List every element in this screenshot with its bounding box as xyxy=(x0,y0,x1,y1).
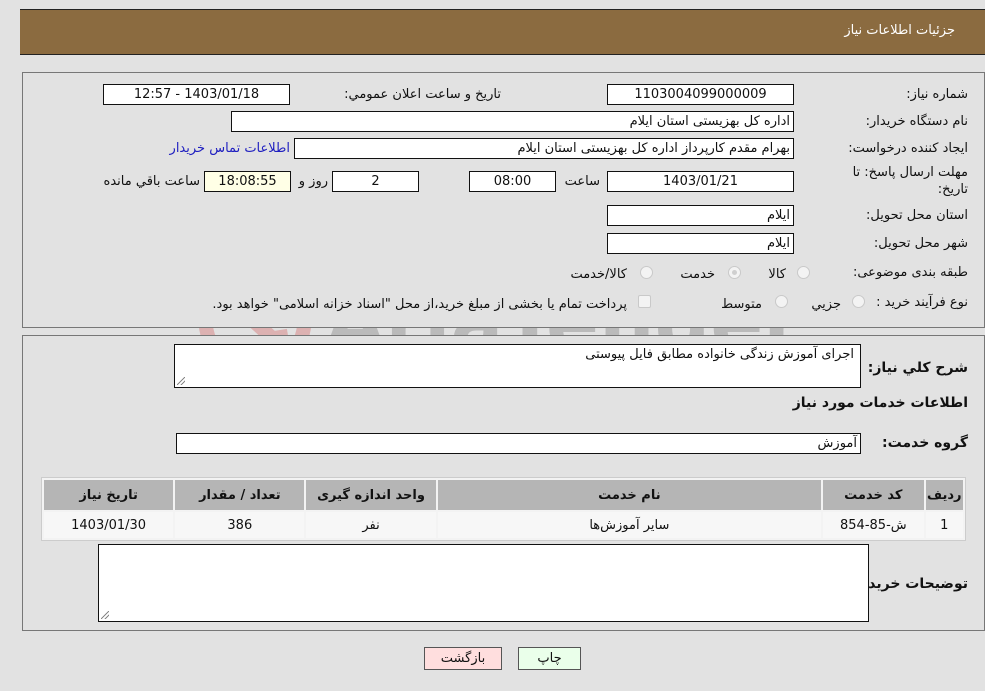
buyer-contact-link[interactable]: اطلاعات تماس خريدار xyxy=(170,141,290,156)
service-group-label: گروه خدمت: xyxy=(882,435,968,451)
print-button[interactable]: چاپ xyxy=(518,647,581,670)
services-heading: اطلاعات خدمات مورد نياز xyxy=(792,395,968,411)
city-label: شهر محل تحويل: xyxy=(873,236,968,251)
col-header-need-date: تاريخ نياز xyxy=(44,480,174,510)
process-option-medium: متوسط xyxy=(721,297,762,312)
back-button[interactable]: بازگشت xyxy=(424,647,502,670)
deadline-label-line2: تاريخ: xyxy=(937,182,968,197)
need-details-panel: شرح کلي نياز: اجرای آموزش زندگی خانواده … xyxy=(22,335,985,631)
remaining-time-field: 18:08:55 xyxy=(204,171,291,192)
province-label: استان محل تحويل: xyxy=(866,208,968,223)
service-group-field: آموزش xyxy=(176,433,861,454)
province-field: ایلام xyxy=(607,205,794,226)
category-label: طبقه بندی موضوعی: xyxy=(852,265,968,280)
need-number-label: شماره نياز: xyxy=(906,87,968,102)
table-row: 1 ش-85-854 سایر آموزش‌ها نفر 386 1403/01… xyxy=(44,512,963,538)
buyer-org-field: اداره کل بهزیستی استان ایلام xyxy=(231,111,794,132)
col-header-service-name: نام خدمت xyxy=(437,480,822,510)
page-header: جزئيات اطلاعات نياز xyxy=(20,9,985,55)
cell-service-name: سایر آموزش‌ها xyxy=(437,512,822,538)
process-option-minor: جزيي xyxy=(811,297,841,312)
cell-row-number: 1 xyxy=(925,512,963,538)
announce-date-field: 1403/01/18 - 12:57 xyxy=(103,84,290,105)
buyer-notes-textarea[interactable] xyxy=(98,544,869,622)
remaining-time-label: ساعت باقي مانده xyxy=(103,174,200,189)
cell-need-date: 1403/01/30 xyxy=(44,512,174,538)
cell-unit: نفر xyxy=(306,512,436,538)
description-textarea[interactable]: اجرای آموزش زندگی خانواده مطابق فایل پیو… xyxy=(174,344,861,388)
page-title: جزئيات اطلاعات نياز xyxy=(844,23,955,38)
creator-field: بهرام مقدم کارپرداز اداره کل بهزیستی است… xyxy=(294,138,794,159)
resize-grip-icon[interactable] xyxy=(101,611,109,619)
cell-service-code: ش-85-854 xyxy=(823,512,924,538)
category-option-goods: کالا xyxy=(768,267,786,282)
col-header-row-number: رديف xyxy=(925,480,963,510)
description-label: شرح کلي نياز: xyxy=(867,360,968,376)
col-header-unit: واحد اندازه گيری xyxy=(306,480,436,510)
category-radio-goods-service[interactable] xyxy=(640,266,653,279)
category-option-service: خدمت xyxy=(680,267,715,282)
deadline-label-line1: مهلت ارسال پاسخ: تا xyxy=(852,165,968,180)
announce-date-label: تاريخ و ساعت اعلان عمومي: xyxy=(344,87,501,102)
deadline-date-field: 1403/01/21 xyxy=(607,171,794,192)
process-radio-minor[interactable] xyxy=(852,295,865,308)
deadline-time-field: 08:00 xyxy=(469,171,556,192)
cell-quantity: 386 xyxy=(175,512,305,538)
buyer-org-label: نام دستگاه خريدار: xyxy=(865,114,968,129)
creator-label: ايجاد کننده درخواست: xyxy=(848,141,968,156)
days-label: روز و xyxy=(298,174,328,189)
category-radio-goods[interactable] xyxy=(797,266,810,279)
city-field: ایلام xyxy=(607,233,794,254)
services-table: رديف کد خدمت نام خدمت واحد اندازه گيری ت… xyxy=(41,477,966,541)
col-header-service-code: کد خدمت xyxy=(823,480,924,510)
description-text: اجرای آموزش زندگی خانواده مطابق فایل پیو… xyxy=(585,347,854,362)
col-header-quantity: تعداد / مقدار xyxy=(175,480,305,510)
resize-grip-icon[interactable] xyxy=(177,377,185,385)
category-radio-service[interactable] xyxy=(728,266,741,279)
process-type-label: نوع فرآيند خريد : xyxy=(876,295,968,310)
deadline-label: مهلت ارسال پاسخ: تا تاريخ: xyxy=(853,164,968,198)
process-radio-medium[interactable] xyxy=(775,295,788,308)
treasury-checkbox[interactable] xyxy=(638,295,651,308)
need-number-field: 1103004099000009 xyxy=(607,84,794,105)
deadline-time-label: ساعت xyxy=(564,174,600,189)
days-remaining-field: 2 xyxy=(332,171,419,192)
need-info-panel: شماره نياز: 1103004099000009 تاريخ و ساع… xyxy=(22,72,985,328)
treasury-note: پرداخت تمام يا بخشی از مبلغ خريد،از محل … xyxy=(212,297,627,312)
category-option-goods-service: کالا/خدمت xyxy=(570,267,627,282)
table-header-row: رديف کد خدمت نام خدمت واحد اندازه گيری ت… xyxy=(44,480,963,510)
